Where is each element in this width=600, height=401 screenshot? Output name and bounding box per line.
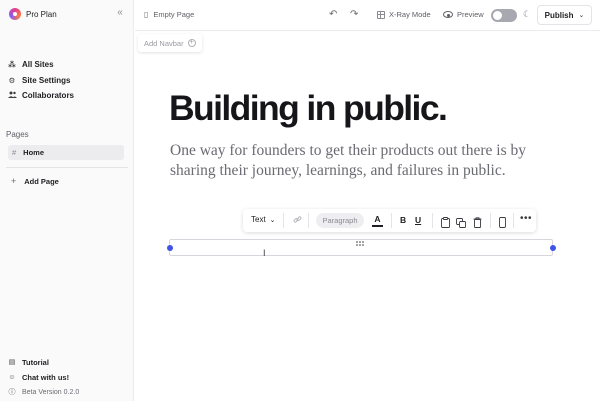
sidebar-item-collaborators[interactable]: Collaborators	[8, 88, 126, 104]
collapse-sidebar-icon[interactable]: «	[113, 6, 127, 20]
drag-grip-icon[interactable]	[356, 241, 364, 248]
paragraph-style-button[interactable]: Paragraph	[316, 213, 364, 228]
clipboard-icon[interactable]	[441, 215, 451, 228]
undo-icon[interactable]: ↶	[329, 9, 337, 20]
page-item-label: Home	[23, 148, 45, 157]
version-info: ⓘ Beta Version 0.2.0	[8, 385, 128, 400]
sidebar-item-label: All Sites	[22, 60, 54, 70]
xray-label: X-Ray Mode	[389, 10, 431, 19]
page-title[interactable]: ▯ Empty Page	[144, 10, 194, 19]
add-navbar-button[interactable]: Add Navbar +	[138, 34, 202, 52]
plan-switcher[interactable]: Pro Plan	[9, 7, 57, 21]
resize-handle-left[interactable]	[167, 245, 173, 251]
chat-link[interactable]: ☺ Chat with us!	[8, 370, 128, 385]
sidebar-item-label: Site Settings	[22, 75, 71, 85]
clipboard-icon: ▯	[144, 10, 149, 19]
divider	[308, 213, 309, 228]
toggle-knob	[493, 11, 502, 20]
divider	[283, 213, 284, 228]
sidebar-item-site-settings[interactable]: ⚙ Site Settings	[8, 73, 126, 89]
chat-label: Chat with us!	[22, 373, 70, 382]
dark-mode-toggle[interactable]	[491, 9, 517, 22]
block-type-dropdown[interactable]: Text ⌄	[251, 215, 276, 224]
trash-icon[interactable]	[473, 215, 483, 228]
preview-label: Preview	[457, 10, 484, 19]
divider	[432, 213, 433, 228]
sites-icon: ⁂	[8, 60, 16, 70]
add-navbar-label: Add Navbar	[144, 38, 184, 48]
link-icon[interactable]	[293, 215, 302, 226]
plus-circle-icon: +	[187, 39, 196, 47]
block-type-label: Text	[251, 215, 266, 224]
redo-icon[interactable]: ↷	[350, 9, 358, 20]
xray-mode-button[interactable]: X-Ray Mode	[377, 10, 431, 19]
add-page-label: Add Page	[24, 176, 59, 186]
page-hash-icon: #	[12, 148, 17, 157]
resize-handle-right[interactable]	[550, 245, 556, 251]
version-label: Beta Version 0.2.0	[22, 389, 80, 396]
plan-name: Pro Plan	[26, 9, 57, 19]
hero-subtext[interactable]: One way for founders to get their produc…	[170, 141, 550, 181]
page-item-home[interactable]: # Home	[8, 145, 124, 160]
sidebar: Pro Plan « ⁂ All Sites ⚙ Site Settings C…	[0, 0, 134, 401]
more-options-icon[interactable]: •••	[520, 213, 532, 224]
chevron-down-icon: ⌄	[269, 216, 276, 224]
sidebar-nav: ⁂ All Sites ⚙ Site Settings Collaborator…	[8, 57, 126, 104]
tutorial-link[interactable]: ▤ Tutorial	[8, 355, 128, 370]
text-cursor-icon: I	[263, 248, 266, 258]
chevron-down-icon: ⌄	[578, 12, 585, 19]
mobile-device-icon[interactable]	[499, 215, 509, 228]
users-icon	[8, 91, 17, 100]
sidebar-footer: ▤ Tutorial ☺ Chat with us! ⓘ Beta Versio…	[8, 355, 128, 400]
editor-toolbar: ▯ Empty Page ↶ ↷ X-Ray Mode Preview ☾ Pu…	[135, 0, 600, 31]
plus-icon: +	[11, 176, 17, 186]
brand-logo-icon	[9, 8, 21, 20]
moon-icon: ☾	[523, 9, 532, 19]
underline-button[interactable]: U	[415, 215, 421, 225]
divider	[6, 167, 128, 168]
divider	[513, 213, 514, 228]
pages-section-label: Pages	[6, 130, 29, 139]
sidebar-item-all-sites[interactable]: ⁂ All Sites	[8, 57, 126, 73]
format-toolbar: Text ⌄ Paragraph A B U •••	[243, 209, 536, 232]
bold-button[interactable]: B	[400, 215, 406, 225]
tutorial-label: Tutorial	[22, 358, 49, 367]
page-title-label: Empty Page	[153, 10, 195, 19]
divider	[391, 213, 392, 228]
gear-icon: ⚙	[8, 75, 16, 85]
publish-label: Publish	[544, 10, 574, 20]
eye-icon	[443, 11, 453, 18]
grid-icon	[377, 10, 385, 19]
add-page-button[interactable]: + Add Page	[11, 176, 59, 186]
preview-button[interactable]: Preview	[443, 10, 484, 19]
sidebar-item-label: Collaborators	[22, 91, 75, 101]
hero-headline[interactable]: Building in public.	[169, 88, 448, 129]
copy-icon[interactable]	[456, 215, 466, 228]
info-icon: ⓘ	[8, 388, 16, 396]
publish-button[interactable]: Publish ⌄	[537, 5, 592, 25]
book-icon: ▤	[8, 358, 16, 366]
chat-smile-icon: ☺	[8, 373, 16, 381]
text-color-button[interactable]: A	[372, 214, 383, 227]
divider	[490, 213, 491, 228]
